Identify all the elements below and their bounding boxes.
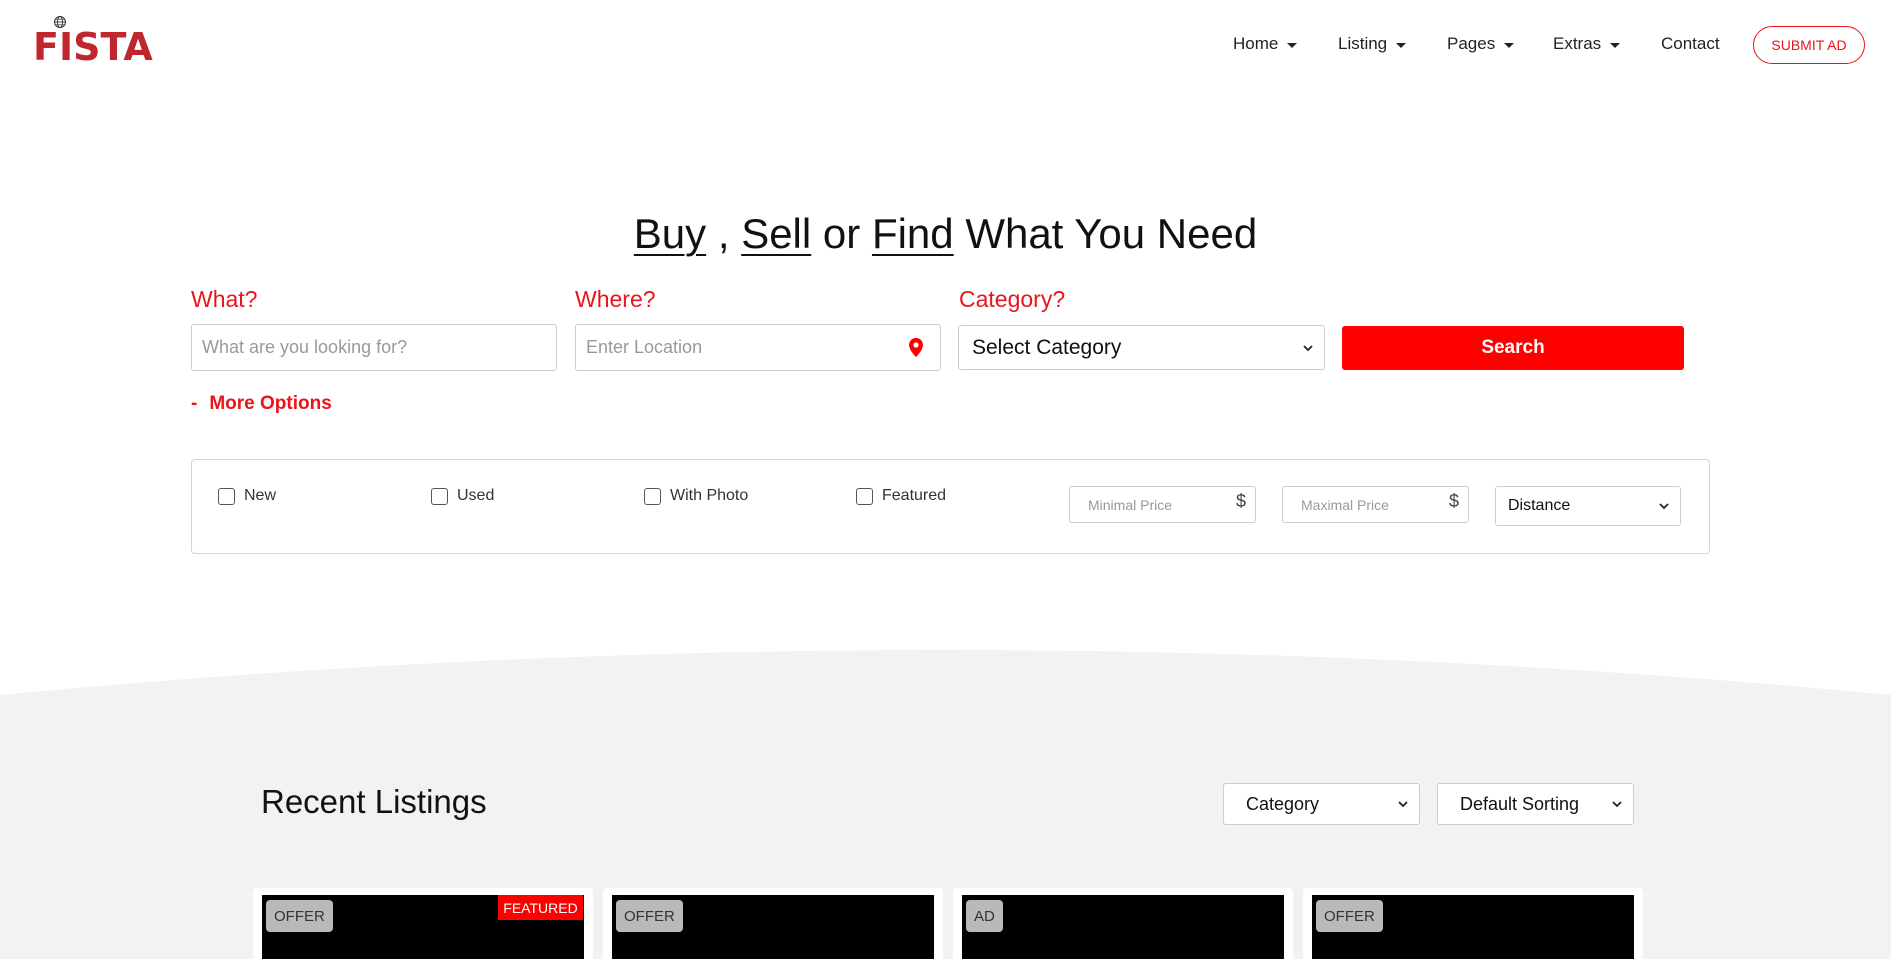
listing-image[interactable] (962, 895, 1284, 959)
distance-select-value: Distance (1508, 497, 1571, 514)
listing-type-badge: OFFER (266, 900, 333, 932)
caret-down-icon (1287, 42, 1298, 48)
listing-category-select[interactable]: Category (1223, 783, 1420, 825)
dollar-icon: $ (1449, 491, 1460, 511)
dollar-icon: $ (1236, 491, 1247, 511)
nav-contact[interactable]: Contact (1661, 34, 1720, 54)
logo-wordmark: FISTA (33, 25, 153, 69)
map-pin-icon (909, 338, 923, 357)
filter-new[interactable]: New (218, 487, 276, 505)
filter-used-label: Used (457, 487, 495, 504)
nav-pages-label: Pages (1447, 34, 1496, 53)
caret-down-icon (1610, 42, 1621, 48)
filter-new-label: New (244, 487, 277, 504)
checkbox[interactable] (644, 487, 661, 505)
hero-separator: , (717, 210, 730, 257)
category-label: Category? (959, 286, 1066, 312)
more-options-label: More Options (209, 393, 332, 414)
search-button[interactable]: Search (1342, 326, 1684, 370)
sorting-select[interactable]: Default Sorting (1437, 783, 1634, 825)
listing-category-value: Category (1246, 793, 1320, 814)
checkbox[interactable] (218, 487, 235, 505)
caret-down-icon (1504, 42, 1515, 48)
nav-home[interactable]: Home (1233, 34, 1298, 54)
distance-select[interactable]: Distance (1495, 486, 1681, 526)
site-header: FISTA Home Listing Pages Extras Contact … (0, 0, 1891, 90)
filter-with-photo[interactable]: With Photo (644, 487, 748, 505)
recent-listings-title: Recent Listings (261, 783, 487, 820)
nav-contact-label: Contact (1661, 34, 1720, 53)
section-curve-divider (0, 650, 1891, 695)
where-input[interactable]: Enter Location (575, 324, 941, 371)
filter-featured-label: Featured (882, 487, 947, 504)
listing-type-badge: OFFER (1316, 900, 1383, 932)
where-label: Where? (575, 286, 656, 312)
nav-home-label: Home (1233, 34, 1279, 53)
nav-listing-label: Listing (1338, 34, 1388, 53)
filter-with-photo-label: With Photo (670, 487, 749, 504)
checkbox[interactable] (431, 487, 448, 505)
category-select[interactable]: Select Category (958, 325, 1325, 370)
category-select-value: Select Category (972, 335, 1122, 359)
hero-sell-link[interactable]: Sell (741, 210, 811, 257)
max-price-input[interactable]: Maximal Price (1282, 486, 1469, 523)
sorting-select-value: Default Sorting (1460, 793, 1580, 814)
site-logo[interactable]: FISTA (33, 14, 153, 70)
checkbox[interactable] (856, 487, 873, 505)
featured-badge: FEATURED (498, 895, 583, 920)
hero-find-link[interactable]: Find (872, 210, 954, 257)
nav-listing[interactable]: Listing (1338, 34, 1407, 54)
caret-down-icon (1396, 42, 1407, 48)
chevron-down-icon (1612, 801, 1622, 808)
filter-used[interactable]: Used (431, 487, 494, 505)
what-input[interactable]: What are you looking for? (191, 324, 557, 371)
hero-title: Buy , Sell or Find What You Need (0, 210, 1891, 258)
collapse-icon: - (191, 393, 198, 414)
hero-separator: or (822, 210, 861, 257)
chevron-down-icon (1659, 503, 1669, 510)
listing-type-badge: OFFER (616, 900, 683, 932)
hero-buy-link[interactable]: Buy (634, 210, 706, 257)
filter-featured[interactable]: Featured (856, 487, 946, 505)
more-options-toggle[interactable]: - More Options (191, 393, 332, 415)
what-label: What? (191, 286, 258, 312)
submit-ad-button[interactable]: SUBMIT AD (1753, 26, 1865, 64)
nav-extras-label: Extras (1553, 34, 1602, 53)
hero-tagline: What You Need (965, 210, 1258, 257)
advanced-filters-panel (191, 459, 1710, 554)
nav-pages[interactable]: Pages (1447, 34, 1515, 54)
nav-extras[interactable]: Extras (1553, 34, 1621, 54)
chevron-down-icon (1303, 344, 1313, 351)
chevron-down-icon (1398, 801, 1408, 808)
min-price-input[interactable]: Minimal Price (1069, 486, 1256, 523)
listing-type-badge: AD (966, 900, 1003, 932)
